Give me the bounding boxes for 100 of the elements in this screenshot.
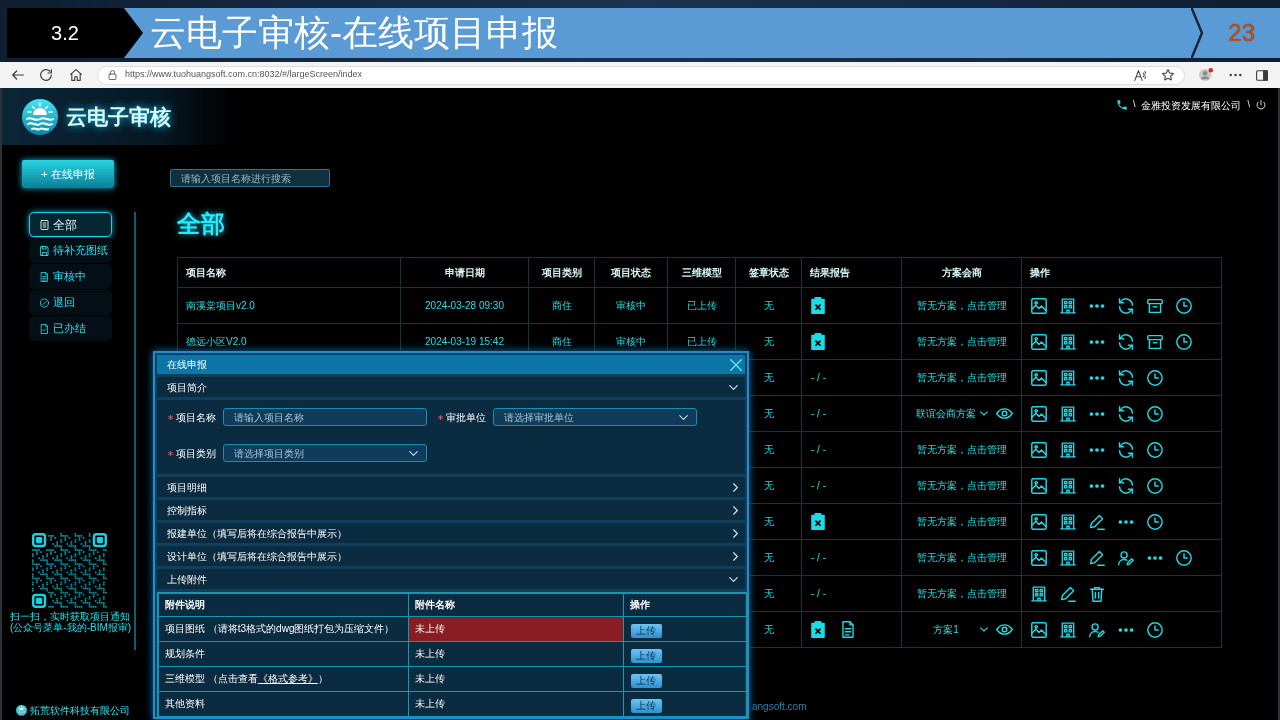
pencil-icon[interactable]	[1089, 513, 1105, 530]
sidebar-item[interactable]: 全部	[29, 212, 112, 237]
image-icon[interactable]	[1031, 441, 1047, 458]
attachment-description: 三维模型 （点击查看《格式参考》）	[165, 673, 328, 684]
building-icon[interactable]	[1060, 297, 1076, 314]
pencil-icon[interactable]	[1089, 549, 1105, 566]
section-number: 3.2	[7, 8, 143, 58]
select-field[interactable]: 请选择审批单位	[493, 408, 697, 426]
building-icon[interactable]	[1060, 333, 1076, 350]
select-field[interactable]: 请选择项目类别	[223, 444, 427, 462]
more-icon[interactable]	[1089, 411, 1105, 416]
upload-button[interactable]: 上传	[630, 648, 662, 663]
more-icon[interactable]	[1118, 627, 1134, 632]
more-icon[interactable]	[1229, 73, 1242, 77]
more-icon[interactable]	[1147, 555, 1163, 560]
clock-icon[interactable]	[1176, 333, 1192, 350]
clipboard-x-icon[interactable]	[811, 297, 825, 314]
more-icon[interactable]	[1089, 375, 1105, 380]
eye-icon[interactable]	[996, 408, 1013, 419]
archive-icon[interactable]	[1147, 333, 1163, 350]
clock-icon[interactable]	[1147, 513, 1163, 530]
upload-button[interactable]: 上传	[630, 698, 662, 713]
profile-avatar-icon[interactable]	[1199, 68, 1213, 82]
input-field[interactable]: 请输入项目名称	[223, 408, 427, 426]
read-aloud-icon[interactable]	[1134, 69, 1146, 81]
more-icon[interactable]	[1089, 339, 1105, 344]
dialog-title: 在线申报	[167, 358, 207, 372]
user-edit-icon[interactable]	[1089, 621, 1105, 638]
image-icon[interactable]	[1031, 297, 1047, 314]
refresh-icon[interactable]	[1118, 477, 1134, 494]
refresh-icon[interactable]	[1118, 297, 1134, 314]
user-edit-icon[interactable]	[1118, 549, 1134, 566]
close-icon[interactable]	[730, 358, 742, 371]
section-header[interactable]: 控制指标	[157, 500, 745, 520]
sidebar-item[interactable]: 审核中	[29, 264, 112, 289]
image-icon[interactable]	[1031, 369, 1047, 386]
section-header[interactable]: 设计单位（填写后将在综合报告中展示）	[157, 546, 745, 566]
upload-button[interactable]: 上传	[630, 673, 662, 688]
image-icon[interactable]	[1031, 477, 1047, 494]
building-icon[interactable]	[1060, 513, 1076, 530]
clock-icon[interactable]	[1147, 369, 1163, 386]
phone-icon[interactable]	[1116, 100, 1127, 110]
section-header[interactable]: 项目简介	[157, 377, 745, 397]
home-icon[interactable]	[69, 69, 82, 81]
image-icon[interactable]	[1031, 621, 1047, 638]
document-icon[interactable]	[841, 621, 855, 638]
clock-icon[interactable]	[1176, 297, 1192, 314]
building-icon[interactable]	[1060, 441, 1076, 458]
more-icon[interactable]	[1118, 519, 1134, 524]
refresh-icon[interactable]	[1118, 441, 1134, 458]
clipboard-x-icon[interactable]	[811, 621, 825, 638]
sidebar-item[interactable]: 待补充图纸	[29, 238, 112, 263]
image-icon[interactable]	[1031, 333, 1047, 350]
clipboard-x-icon[interactable]	[811, 513, 825, 530]
refresh-icon[interactable]	[1118, 333, 1134, 350]
signature-status: 无	[763, 372, 774, 383]
trash-icon[interactable]	[1089, 585, 1105, 602]
sidebar-item[interactable]: 退回	[29, 290, 112, 315]
reload-icon[interactable]	[40, 69, 52, 81]
more-icon[interactable]	[1089, 447, 1105, 452]
archive-icon[interactable]	[1147, 297, 1163, 314]
building-icon[interactable]	[1060, 405, 1076, 422]
building-icon[interactable]	[1060, 477, 1076, 494]
more-icon[interactable]	[1089, 303, 1105, 308]
sidebar-toggle-icon[interactable]	[1256, 69, 1268, 81]
building-icon[interactable]	[1031, 585, 1047, 602]
file-status-cell: 未上传	[408, 641, 623, 666]
upload-button[interactable]: 上传	[630, 623, 662, 638]
image-icon[interactable]	[1031, 405, 1047, 422]
address-bar[interactable]: https://www.tuohuangsoft.com.cn:8032/#/largeScreen/index	[96, 65, 1185, 85]
page-heading: 全部	[177, 211, 225, 237]
building-icon[interactable]	[1060, 369, 1076, 386]
pencil-icon[interactable]	[1060, 585, 1076, 602]
clock-icon[interactable]	[1147, 405, 1163, 422]
image-icon[interactable]	[1031, 513, 1047, 530]
clock-icon[interactable]	[1147, 477, 1163, 494]
format-reference-link[interactable]: 《格式参考》	[257, 673, 318, 684]
refresh-icon[interactable]	[1118, 369, 1134, 386]
empty-report-text: - / -	[811, 479, 826, 493]
back-arrow-icon[interactable]	[12, 70, 24, 80]
more-icon[interactable]	[1089, 483, 1105, 488]
project-category: 商住	[551, 336, 572, 347]
sidebar-item[interactable]: 已办结	[29, 316, 112, 341]
section-header[interactable]: 上传附件	[157, 569, 745, 589]
clipboard-x-icon[interactable]	[811, 333, 825, 350]
clock-icon[interactable]	[1147, 621, 1163, 638]
refresh-icon[interactable]	[1118, 405, 1134, 422]
eye-icon[interactable]	[996, 624, 1013, 635]
image-icon[interactable]	[1031, 549, 1047, 566]
building-icon[interactable]	[1060, 621, 1076, 638]
clock-icon[interactable]	[1147, 441, 1163, 458]
column-header: 附件名称	[408, 593, 623, 616]
section-header[interactable]: 项目明细	[157, 477, 745, 497]
power-icon[interactable]	[1256, 100, 1266, 110]
building-icon[interactable]	[1060, 549, 1076, 566]
clock-icon[interactable]	[1176, 549, 1192, 566]
search-field[interactable]: 请输入项目名称进行搜索	[170, 169, 330, 187]
section-header[interactable]: 报建单位（填写后将在综合报告中展示）	[157, 523, 745, 543]
star-icon[interactable]	[1162, 69, 1174, 81]
lock-icon[interactable]	[107, 70, 117, 80]
